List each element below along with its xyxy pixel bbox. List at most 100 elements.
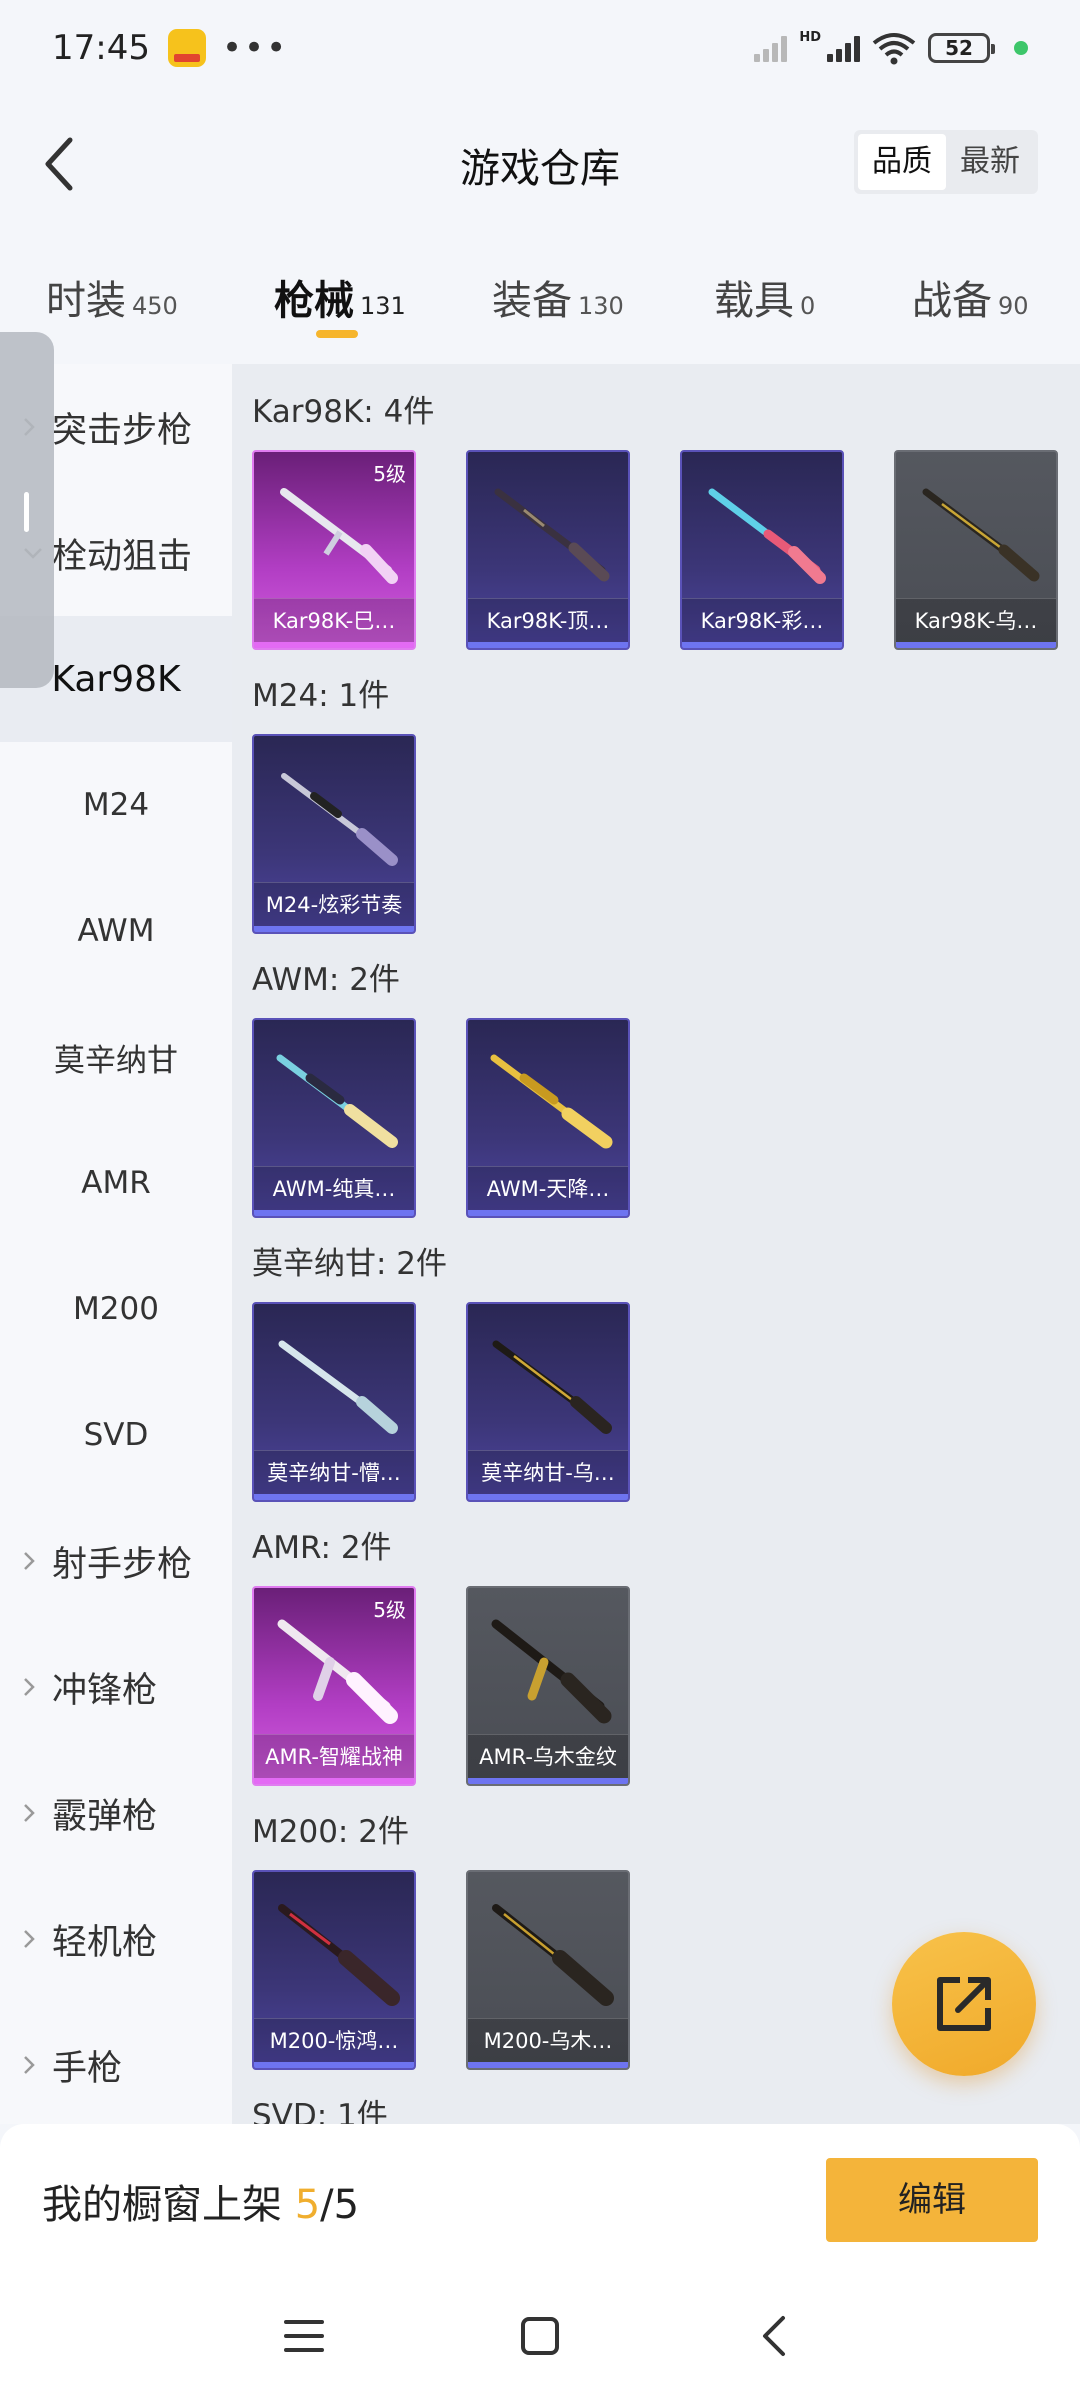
- edit-button[interactable]: 编辑: [826, 2158, 1038, 2242]
- chevron-right-icon: [24, 2056, 35, 2074]
- sidebar-item-svd[interactable]: SVD: [0, 1372, 232, 1498]
- section-title: M200: 2件: [252, 1814, 409, 1850]
- rarity-bar: [896, 642, 1056, 648]
- sort-toggle: 品质 最新: [854, 130, 1038, 194]
- showcase-status: 我的橱窗上架 5/5: [42, 2172, 359, 2230]
- rarity-bar: [468, 1778, 628, 1784]
- weapon-name: Kar98K-乌…: [896, 598, 1056, 642]
- weapon-card[interactable]: AWM-天降…: [466, 1018, 630, 1218]
- rifle-image: [278, 1904, 400, 2006]
- sidebar-item-amr[interactable]: AMR: [0, 1120, 232, 1246]
- weapon-card[interactable]: 5级 AMR-智耀战神: [252, 1586, 416, 1786]
- sidebar-item-lmg[interactable]: 轻机枪: [0, 1876, 232, 2002]
- weapon-name: M200-乌木…: [468, 2018, 628, 2062]
- weapon-card[interactable]: M24-炫彩节奏: [252, 734, 416, 934]
- rifle-image: [922, 488, 1040, 582]
- sidebar-item-mosin-nagant[interactable]: 莫辛纳甘: [0, 994, 232, 1120]
- sidebar-item-label: 手枪: [52, 2048, 123, 2089]
- category-tabs: 时装 450 枪械 131 装备 130 载具 0 战备 90: [0, 232, 1080, 364]
- sidebar-item-awm[interactable]: AWM: [0, 868, 232, 994]
- rarity-bar: [254, 926, 414, 932]
- tab-label: 战备: [912, 278, 992, 324]
- rarity-bar: [468, 1210, 628, 1216]
- sidebar-item-marksman-rifles[interactable]: 射手步枪: [0, 1498, 232, 1624]
- more-notifications-icon: •••: [221, 28, 289, 68]
- chevron-right-icon: [24, 1552, 35, 1570]
- rifle-image: [280, 488, 398, 584]
- tab-equipment[interactable]: 装备 130: [492, 268, 624, 326]
- share-icon: [937, 1977, 991, 2031]
- back-nav-button[interactable]: [744, 2306, 804, 2366]
- weapon-card[interactable]: AWM-纯真…: [252, 1018, 416, 1218]
- weapon-name: AWM-纯真…: [254, 1166, 414, 1210]
- weapon-card[interactable]: M200-惊鸿…: [252, 1870, 416, 2070]
- home-nav-button[interactable]: [510, 2306, 570, 2366]
- sidebar-item-label: 射手步枪: [52, 1544, 193, 1585]
- weapon-card[interactable]: Kar98K-乌…: [894, 450, 1058, 650]
- rarity-bar: [468, 642, 628, 648]
- chevron-right-icon: [24, 1678, 35, 1696]
- showcase-label: 我的橱窗上架: [42, 2182, 282, 2228]
- rarity-bar: [468, 2062, 628, 2068]
- sidebar-item-label: 栓动狙击: [52, 536, 193, 577]
- rarity-bar: [254, 642, 414, 648]
- share-button[interactable]: [892, 1932, 1036, 2076]
- tab-count: 90: [998, 292, 1029, 320]
- menu-nav-button[interactable]: [274, 2306, 334, 2366]
- section-title: AMR: 2件: [252, 1530, 392, 1566]
- sidebar-item-label: 轻机枪: [52, 1922, 158, 1963]
- rifle-image: [494, 488, 610, 582]
- weapon-card[interactable]: AMR-乌木金纹: [466, 1586, 630, 1786]
- rifle-image: [278, 1340, 398, 1434]
- weapon-card[interactable]: 莫辛纳甘-乌…: [466, 1302, 630, 1502]
- tab-firearms[interactable]: 枪械 131: [274, 268, 406, 326]
- weapon-name: AWM-天降…: [468, 1166, 628, 1210]
- rifle-image: [492, 1904, 614, 2006]
- weapon-card[interactable]: Kar98K-顶…: [466, 450, 630, 650]
- chevron-right-icon: [24, 1930, 35, 1948]
- tab-battle-gear[interactable]: 战备 90: [912, 268, 1029, 326]
- showcase-bar: 我的橱窗上架 5/5 编辑: [0, 2124, 1080, 2272]
- weapon-name: AMR-智耀战神: [254, 1734, 414, 1778]
- weapon-card[interactable]: Kar98K-彩…: [680, 450, 844, 650]
- square-home-icon: [521, 2317, 559, 2355]
- rarity-bar: [468, 1494, 628, 1500]
- tab-count: 0: [800, 292, 816, 320]
- tab-label: 枪械: [274, 278, 354, 324]
- sort-quality-button[interactable]: 品质: [858, 134, 946, 190]
- signal-icon-sim1: [754, 34, 788, 62]
- rarity-bar: [254, 1210, 414, 1216]
- weapon-name: M24-炫彩节奏: [254, 882, 414, 926]
- sort-latest-button[interactable]: 最新: [946, 134, 1034, 190]
- weapon-grid: Kar98K: 4件 5级 Kar98K-巳… Kar98K-顶… Kar98K…: [232, 364, 1080, 2124]
- rifle-image: [281, 773, 398, 866]
- rifle-image: [490, 1054, 613, 1149]
- section-title: Kar98K: 4件: [252, 394, 435, 430]
- sidebar-item-smg[interactable]: 冲锋枪: [0, 1624, 232, 1750]
- rifle-image: [708, 488, 826, 584]
- sidebar-item-shotguns[interactable]: 霰弹枪: [0, 1750, 232, 1876]
- sidebar-item-label: 冲锋枪: [52, 1670, 158, 1711]
- showcase-total-count: /5: [320, 2182, 360, 2228]
- tab-label: 载具: [714, 278, 794, 324]
- section-title: 莫辛纳甘: 2件: [252, 1246, 448, 1282]
- weapon-card[interactable]: 5级 Kar98K-巳…: [252, 450, 416, 650]
- system-nav-bar: [0, 2272, 1080, 2400]
- weapon-card[interactable]: 莫辛纳甘-懵…: [252, 1302, 416, 1502]
- rifle-image: [491, 1619, 612, 1724]
- status-time: 17:45: [52, 28, 150, 68]
- tab-vehicles[interactable]: 载具 0: [714, 268, 815, 326]
- back-triangle-icon: [763, 2316, 785, 2356]
- wifi-icon: [872, 33, 916, 65]
- rarity-bar: [682, 642, 842, 648]
- side-drag-handle[interactable]: [0, 332, 54, 688]
- sidebar-item-m24[interactable]: M24: [0, 742, 232, 868]
- weapon-card[interactable]: M200-乌木…: [466, 1870, 630, 2070]
- sidebar-item-m200[interactable]: M200: [0, 1246, 232, 1372]
- sidebar-item-pistols[interactable]: 手枪: [0, 2002, 232, 2124]
- section-title: M24: 1件: [252, 678, 390, 714]
- sidebar-item-label: 霰弹枪: [52, 1796, 158, 1837]
- weapon-name: AMR-乌木金纹: [468, 1734, 628, 1778]
- tab-fashion[interactable]: 时装 450: [46, 268, 178, 326]
- section-title: SVD: 1件: [252, 2098, 388, 2124]
